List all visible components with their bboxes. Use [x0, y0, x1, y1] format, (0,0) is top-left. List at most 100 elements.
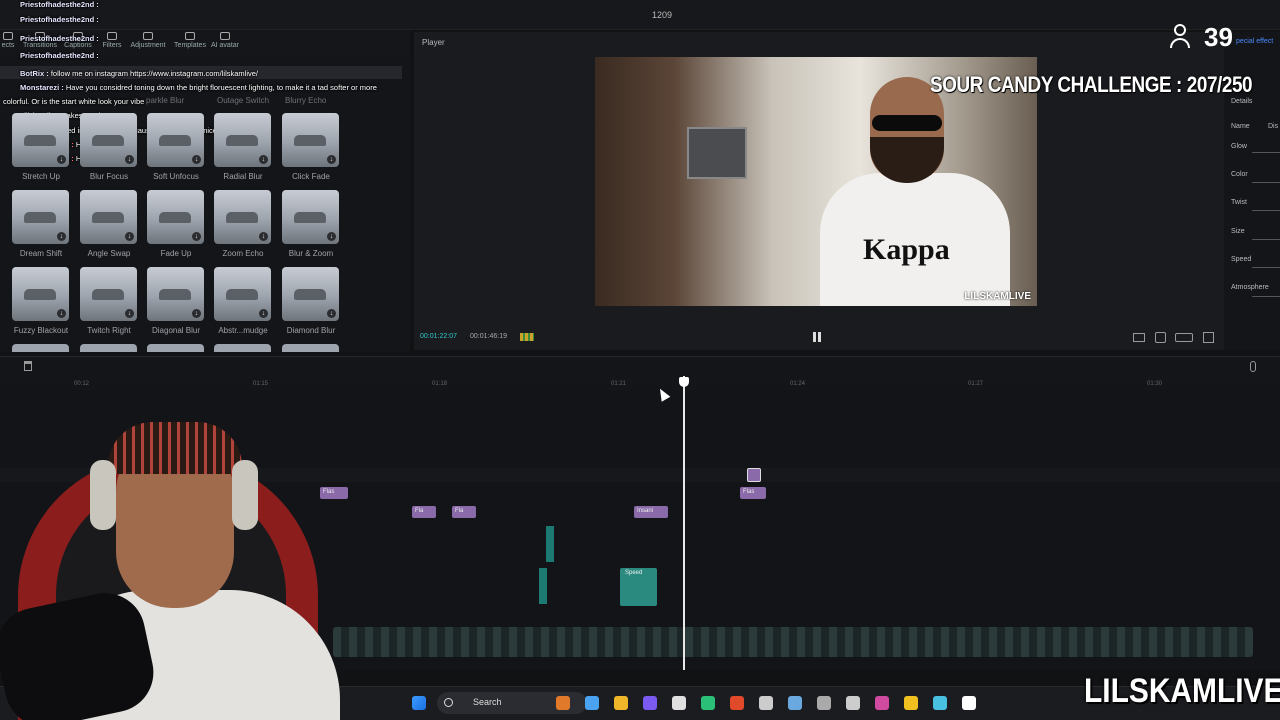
param-slider[interactable]	[1252, 296, 1280, 297]
download-icon[interactable]: ↓	[125, 232, 134, 241]
effect-label: Angle Swap	[87, 249, 131, 258]
download-icon[interactable]: ↓	[125, 309, 134, 318]
chat-username: Priestofhadesthe2nd :	[20, 34, 99, 43]
effect-tile[interactable]: ↓ Fuzzy Blackout	[12, 267, 70, 343]
effect-tile[interactable]: ↓ Blur Focus	[80, 113, 138, 189]
effect-tile[interactable]: ↓ Soft Unfocus	[147, 113, 205, 189]
download-icon[interactable]: ↓	[259, 309, 268, 318]
discord-icon[interactable]	[643, 696, 657, 710]
download-icon[interactable]: ↓	[57, 232, 66, 241]
brave-icon[interactable]	[730, 696, 744, 710]
steam-icon[interactable]	[788, 696, 802, 710]
effect-tile[interactable]: ↓ Click Fade	[282, 113, 340, 189]
chat-message: Priestofhadesthe2nd :	[20, 15, 99, 24]
download-icon[interactable]: ↓	[259, 232, 268, 241]
webcam-overlay	[0, 400, 370, 720]
app-icon[interactable]	[556, 696, 570, 710]
zoom-fit-icon[interactable]	[1155, 332, 1166, 343]
playhead-handle[interactable]	[679, 377, 689, 387]
notepad-icon[interactable]	[933, 696, 947, 710]
param-slider[interactable]	[1252, 210, 1280, 211]
tab-special-effect[interactable]: pecial effect	[1236, 38, 1273, 45]
download-icon[interactable]: ↓	[192, 309, 201, 318]
param-slider[interactable]	[1252, 239, 1280, 240]
chat-message: colorful. Or is the start white look you…	[3, 97, 144, 106]
download-icon[interactable]: ↓	[327, 309, 336, 318]
effect-tile[interactable]: ↓ Twitch Right	[80, 267, 138, 343]
download-icon[interactable]: ↓	[57, 309, 66, 318]
download-icon[interactable]: ↓	[125, 155, 134, 164]
effect-tile[interactable]: ↓ Stretch Up	[12, 113, 70, 189]
app-icon[interactable]	[904, 696, 918, 710]
store-icon[interactable]	[672, 696, 686, 710]
param-slider[interactable]	[1252, 182, 1280, 183]
download-icon[interactable]: ↓	[57, 155, 66, 164]
headphone-left	[90, 460, 116, 530]
app-icon[interactable]	[701, 696, 715, 710]
app-icon[interactable]	[817, 696, 831, 710]
effect-label: Stretch Up	[22, 172, 60, 181]
effect-tile[interactable]: ↓ Blur & Zoom	[282, 190, 340, 266]
effect-clip[interactable]: Fla	[412, 506, 436, 518]
timeline-ruler[interactable]: 00:12 01:15 01:18 01:21 01:24 01:27 01:30	[0, 376, 1280, 390]
playhead[interactable]	[683, 376, 685, 670]
effect-tile[interactable]: ↓ Zoom Echo	[214, 190, 272, 266]
effect-thumbnail: ↓	[214, 267, 271, 321]
obs-icon[interactable]	[759, 696, 773, 710]
fullscreen-icon[interactable]	[1203, 332, 1214, 343]
video-watermark: LILSKAMLIVE	[964, 291, 1031, 302]
ruler-tick-label: 00:12	[74, 381, 90, 387]
effect-tile[interactable]: ↓ Fade Up	[147, 190, 205, 266]
effect-thumbnail: ↓	[214, 190, 271, 244]
total-time: 00:01:46:19	[470, 333, 507, 340]
effect-clip[interactable]: Flas	[740, 487, 766, 499]
param-slider[interactable]	[1252, 267, 1280, 268]
effect-clip[interactable]: Fla	[452, 506, 476, 518]
name-column: Name	[1231, 123, 1250, 130]
effect-label: Fuzzy Blackout	[13, 326, 69, 335]
audio-clip[interactable]	[539, 568, 547, 604]
app-icon[interactable]	[846, 696, 860, 710]
effect-clip[interactable]: Flas	[320, 487, 348, 499]
effect-tile[interactable]: ↓ Diagonal Blur	[147, 267, 205, 343]
download-icon[interactable]: ↓	[327, 232, 336, 241]
effect-label: Blur Focus	[89, 172, 129, 181]
effect-clip[interactable]: Speed	[622, 568, 656, 580]
effect-thumbnail: ↓	[282, 190, 339, 244]
copilot-icon[interactable]	[585, 696, 599, 710]
delete-icon[interactable]	[24, 361, 32, 371]
param-twist: Twist	[1231, 199, 1247, 206]
instagram-icon[interactable]	[875, 696, 889, 710]
effect-tile[interactable]: ↓ Radial Blur	[214, 113, 272, 189]
windows-start-icon[interactable]	[412, 696, 426, 710]
pause-button[interactable]	[813, 332, 821, 342]
download-icon[interactable]: ↓	[327, 155, 336, 164]
effect-keyframe[interactable]	[747, 468, 761, 482]
effect-clip[interactable]: Insani	[634, 506, 668, 518]
effect-tile[interactable]: ↓ Diamond Blur	[282, 267, 340, 343]
effect-tile[interactable]: ↓ Abstr...mudge	[214, 267, 272, 343]
effect-tile[interactable]: ↓ Dream Shift	[12, 190, 70, 266]
param-slider[interactable]	[1252, 152, 1280, 153]
capcut-icon[interactable]	[962, 696, 976, 710]
download-icon[interactable]: ↓	[192, 155, 201, 164]
effect-thumbnail: ↓	[80, 267, 137, 321]
timeline-toolbar	[0, 356, 1280, 376]
quality-icon[interactable]	[1175, 333, 1193, 342]
ruler-tick-label: 01:18	[432, 381, 448, 387]
download-icon[interactable]: ↓	[192, 232, 201, 241]
microphone-icon[interactable]	[1250, 361, 1256, 372]
microwave	[687, 127, 747, 179]
folder-icon[interactable]	[614, 696, 628, 710]
ratio-icon[interactable]	[1133, 333, 1145, 342]
viewers-icon	[1170, 24, 1196, 50]
download-icon[interactable]: ↓	[259, 155, 268, 164]
chat-message: Priestofhadesthe2nd :	[20, 0, 99, 9]
effect-label: Radial Blur	[223, 172, 263, 181]
effect-tile[interactable]: ↓ Angle Swap	[80, 190, 138, 266]
audio-clip[interactable]	[546, 526, 554, 562]
param-color: Color	[1231, 171, 1248, 178]
effect-thumbnail	[282, 344, 339, 352]
main-video-clip[interactable]	[333, 627, 1253, 657]
ruler-tick-label: 01:24	[790, 381, 806, 387]
